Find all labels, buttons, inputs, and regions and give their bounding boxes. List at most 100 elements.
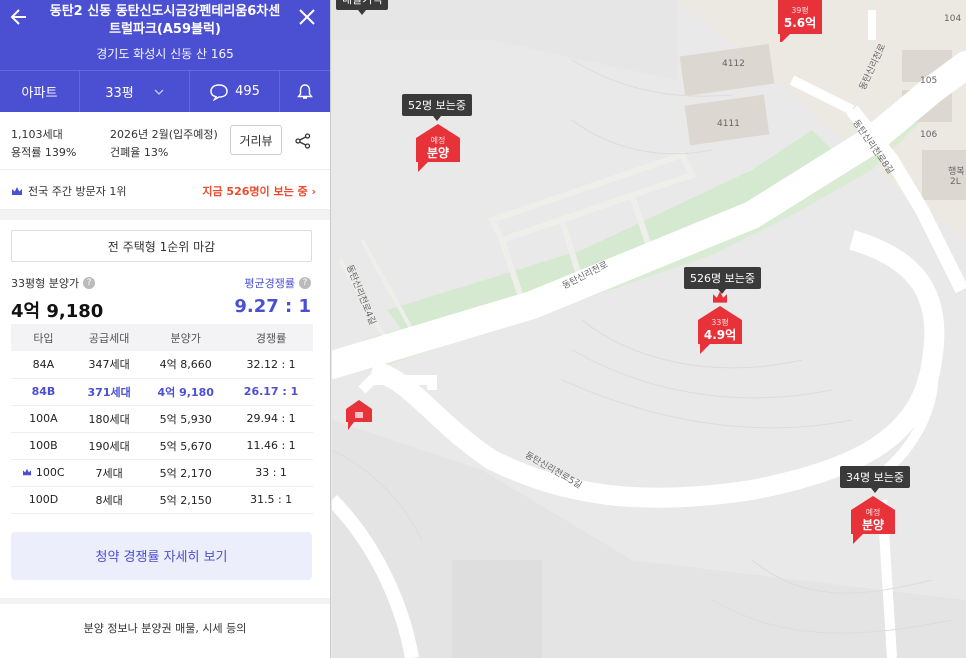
- info-tabs: 아파트 33평 495: [0, 70, 330, 112]
- building-label: 106: [920, 130, 938, 140]
- small-house-marker-icon[interactable]: [346, 400, 372, 430]
- cell-price: 5억 5,930: [142, 405, 230, 433]
- tab-property-type-label: 아파트: [21, 86, 58, 101]
- cell-ratio: 31.5 : 1: [229, 486, 313, 514]
- col-ratio: 경쟁률: [229, 324, 313, 351]
- cell-ratio: 11.46 : 1: [229, 432, 313, 460]
- col-units: 공급세대: [75, 324, 143, 351]
- cell-units: 190세대: [75, 432, 143, 460]
- price-summary: 33평형 분양가? 4억 9,180 평균경쟁률? 9.27 : 1: [0, 262, 330, 324]
- marker-main: 5.6억: [783, 16, 817, 30]
- help-icon[interactable]: ?: [299, 277, 311, 289]
- share-icon[interactable]: [295, 133, 311, 149]
- move-in-date: 2026년 2월(입주예정): [110, 128, 218, 141]
- bell-icon: [297, 83, 313, 99]
- crown-icon: [12, 187, 22, 195]
- title-line-1: 동탄2 신동 동탄신도시금강펜테리움6차센: [49, 4, 281, 19]
- cell-ratio: 32.12 : 1: [229, 351, 313, 379]
- building-coverage: 건폐율 13%: [110, 146, 169, 159]
- cell-price: 5억 2,150: [142, 486, 230, 514]
- floor-area-ratio: 용적률 139%: [11, 146, 77, 159]
- complex-meta: 1,103세대 용적률 139% 2026년 2월(입주예정) 건폐율 13% …: [0, 112, 330, 170]
- marker-main: 4.9억: [703, 328, 737, 342]
- viewer-count-bubble: 34명 보는중: [840, 466, 910, 493]
- households: 1,103세대: [11, 128, 63, 141]
- tab-property-type[interactable]: 아파트: [0, 71, 80, 112]
- marker-main: 분양: [426, 146, 450, 160]
- table-row[interactable]: 100C 7세대 5억 2,170 33 : 1: [11, 459, 313, 487]
- cell-type: 100A: [11, 405, 76, 433]
- complex-title: 동탄2 신동 동탄신도시금강펜테리움6차센 트럴파크(A59블럭): [40, 3, 290, 39]
- place-label: 행복: [948, 167, 965, 177]
- table-row[interactable]: 84A 347세대 4억 8,660 32.12 : 1: [11, 351, 313, 379]
- table-header-row: 타입 공급세대 분양가 경쟁률: [11, 324, 313, 351]
- tab-size-select[interactable]: 33평: [80, 71, 190, 112]
- help-icon[interactable]: ?: [83, 277, 96, 289]
- cell-type: 100C: [11, 459, 76, 487]
- price-label: 33평형 분양가: [11, 277, 80, 290]
- competition-value: 9.27 : 1: [234, 296, 311, 317]
- table-row-selected[interactable]: 84B 371세대 4억 9,180 26.17 : 1: [11, 378, 313, 406]
- presale-marker[interactable]: 예정 분양: [851, 496, 895, 544]
- cell-units: 347세대: [75, 351, 143, 379]
- presale-marker[interactable]: 예정 분양: [416, 124, 460, 172]
- building-label: 104: [944, 14, 962, 24]
- cell-units: 7세대: [75, 459, 143, 487]
- cell-type: 84A: [11, 351, 76, 379]
- cell-type: 100D: [11, 486, 76, 514]
- map-marker-bubble: 내발기억: [336, 0, 389, 15]
- cell-ratio: 29.94 : 1: [229, 405, 313, 433]
- title-line-2: 트럴파크(A59블럭): [109, 22, 221, 37]
- chevron-down-icon: [154, 89, 164, 95]
- building-label: 105: [920, 76, 938, 86]
- price-marker[interactable]: 39평 5.6억: [778, 0, 822, 42]
- price-value: 4억 9,180: [11, 301, 104, 322]
- back-arrow-icon[interactable]: [10, 7, 28, 27]
- cell-price: 5억 2,170: [142, 459, 230, 487]
- comment-bubble-icon: [210, 83, 228, 101]
- cell-units: 8세대: [75, 486, 143, 514]
- street-view-button[interactable]: 거리뷰: [230, 125, 282, 155]
- cell-ratio: 33 : 1: [229, 459, 313, 487]
- col-price: 분양가: [142, 324, 230, 351]
- competition-detail-button[interactable]: 청약 경쟁률 자세히 보기: [11, 531, 312, 580]
- building-label: 4111: [717, 119, 740, 129]
- cell-units: 180세대: [75, 405, 143, 433]
- comment-count: 495: [235, 84, 260, 99]
- viewer-count-bubble: 52명 보는중: [402, 94, 472, 121]
- table-row[interactable]: 100D 8세대 5억 2,150 31.5 : 1: [11, 486, 313, 514]
- current-complex-marker[interactable]: 33평 4.9억: [698, 291, 742, 354]
- cell-type: 84B: [11, 378, 76, 406]
- footer-text: 분양 정보나 분양권 매물, 시세 등의: [83, 621, 247, 635]
- close-icon[interactable]: [298, 8, 316, 26]
- tab-alert[interactable]: [280, 71, 330, 112]
- type-table: 타입 공급세대 분양가 경쟁률 84A 347세대 4억 8,660 32.12…: [11, 324, 313, 514]
- detail-panel: 동탄2 신동 동탄신도시금강펜테리움6차센 트럴파크(A59블럭) 경기도 화성…: [0, 0, 331, 658]
- viewer-count-bubble: 526명 보는중: [684, 267, 761, 294]
- address: 경기도 화성시 신동 산 165: [96, 47, 234, 61]
- cell-ratio: 26.17 : 1: [229, 378, 313, 406]
- first-priority-notice: 전 주택형 1순위 마감: [11, 230, 312, 262]
- cell-type: 100B: [11, 432, 76, 460]
- visitor-rank-text: 전국 주간 방문자 1위: [28, 185, 127, 198]
- tab-size-label: 33평: [105, 86, 134, 101]
- panel-header: 동탄2 신동 동탄신도시금강펜테리움6차센 트럴파크(A59블럭) 경기도 화성…: [0, 0, 330, 70]
- cell-price: 4억 8,660: [142, 351, 230, 379]
- visitor-rank-row[interactable]: 전국 주간 방문자 1위 지금 526명이 보는 중 ›: [0, 170, 330, 210]
- live-viewers-link[interactable]: 지금 526명이 보는 중 ›: [202, 183, 316, 199]
- building-label: 4112: [722, 59, 745, 69]
- table-row[interactable]: 100A 180세대 5억 5,930 29.94 : 1: [11, 405, 313, 433]
- cell-price: 4억 9,180: [142, 378, 230, 406]
- place-label: 2L: [950, 177, 961, 187]
- map-view[interactable]: 동탄신리천로 동탄신리천로4길 동탄신리천로5길 동탄신리천로8길 동탄신리천로…: [332, 0, 966, 658]
- cell-units: 371세대: [75, 378, 143, 406]
- table-row[interactable]: 100B 190세대 5억 5,670 11.46 : 1: [11, 432, 313, 460]
- cell-type-label: 100C: [35, 466, 65, 479]
- tab-comments[interactable]: 495: [190, 71, 280, 112]
- crown-icon: [713, 291, 727, 303]
- competition-label: 평균경쟁률: [244, 277, 295, 290]
- section-divider: [0, 210, 330, 220]
- crown-icon: [23, 468, 32, 476]
- cell-price: 5억 5,670: [142, 432, 230, 460]
- col-type: 타입: [11, 324, 76, 351]
